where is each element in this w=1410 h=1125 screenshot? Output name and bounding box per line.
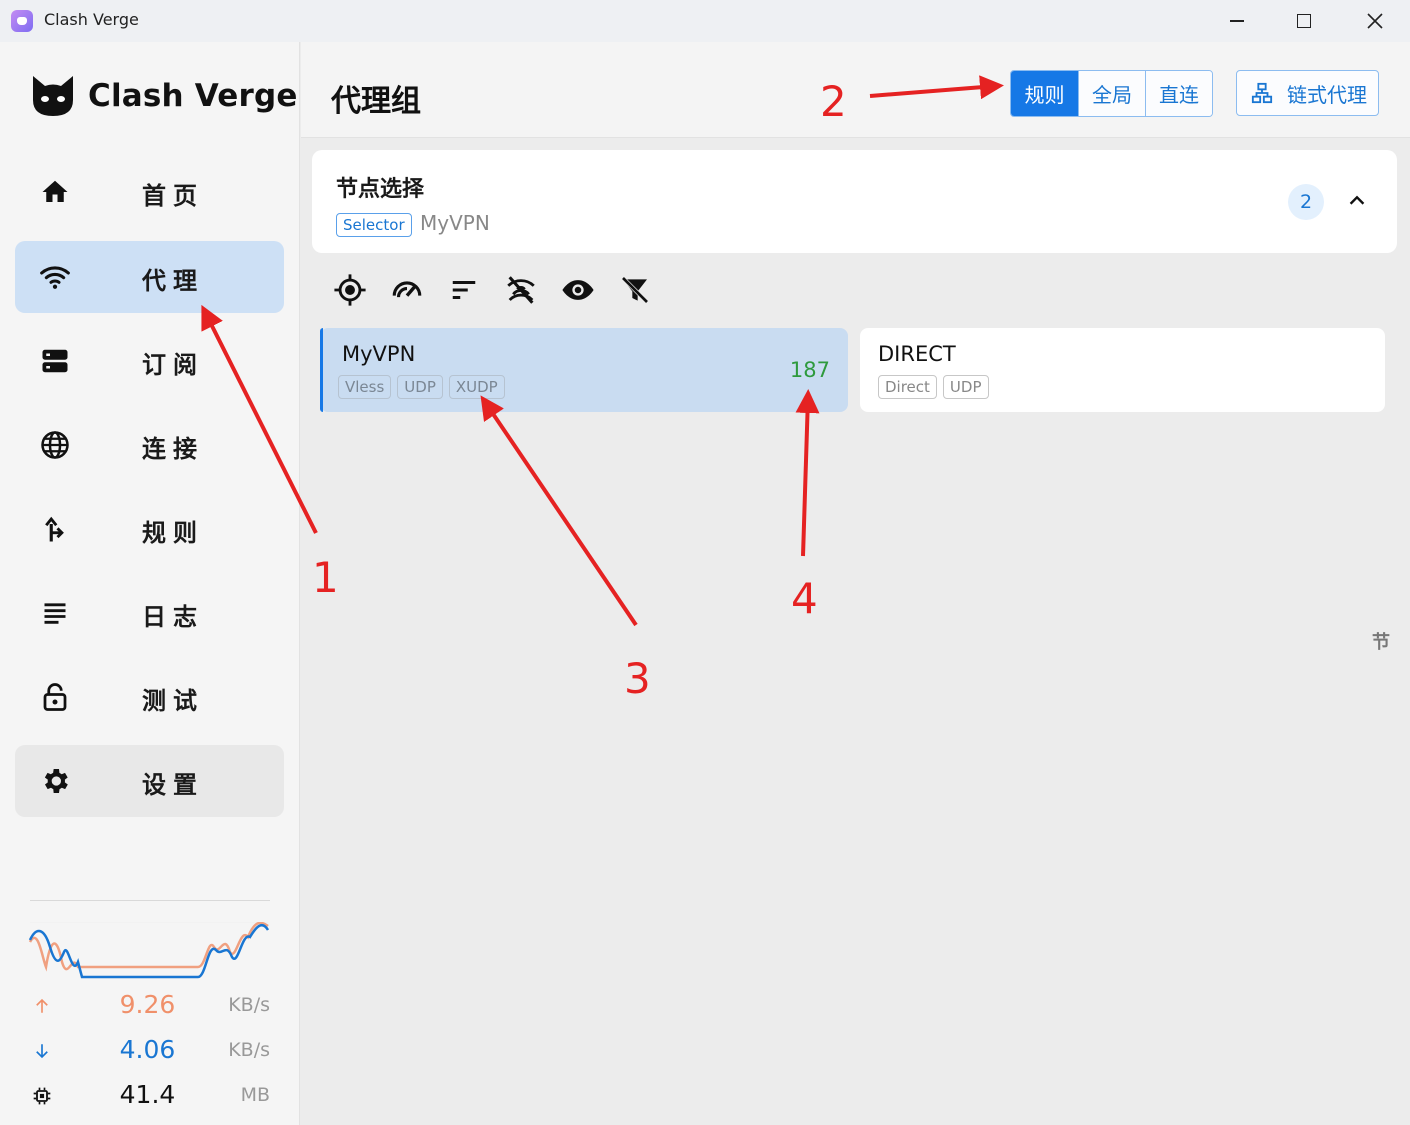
proxy-tag: Direct [878,375,937,399]
traffic-divider [30,900,270,901]
proxy-count-badge: 2 [1288,184,1324,220]
home-icon [37,174,73,210]
mode-direct-button[interactable]: 直连 [1145,71,1212,116]
upload-speed-row: 9.26 KB/s [30,988,270,1024]
proxy-item-direct[interactable]: DIRECT Direct UDP [860,328,1385,412]
upload-speed-unit: KB/s [228,994,270,1016]
maximize-button[interactable] [1272,0,1336,42]
sidebar-item-subscription[interactable]: 订阅 [15,325,284,397]
sidebar-item-label: 代理 [142,267,204,295]
sidebar-item-label: 首页 [142,182,204,210]
cat-logo-icon [33,76,73,116]
sidebar-item-rules[interactable]: 规则 [15,493,284,565]
sidebar-item-test[interactable]: 测试 [15,661,284,733]
annotation-number-2: 2 [820,77,847,126]
proxy-name: MyVPN [342,342,416,366]
locate-icon[interactable] [330,270,370,310]
window-title: Clash Verge [44,10,139,29]
sidebar: Clash Verge 首页 代理 订阅 连接 规则 日志 测试 设置 9.26… [0,42,300,1125]
traffic-sparkline [28,922,270,979]
app-logo: Clash Verge [30,74,298,118]
wifi-icon [37,259,73,295]
upload-speed-value: 9.26 [119,990,176,1019]
group-name: 节点选择 [336,177,425,202]
arrow-up-icon [30,994,54,1018]
proxy-tag: UDP [397,375,443,399]
memory-usage-unit: MB [240,1084,270,1106]
sidebar-item-label: 设置 [142,771,204,799]
sidebar-item-label: 规则 [142,519,204,547]
unlock-icon [37,679,73,715]
group-index-letter[interactable]: 节 [1372,628,1390,654]
speed-test-icon[interactable] [387,270,427,310]
memory-usage-row: 41.4 MB [30,1078,270,1114]
visibility-icon[interactable] [558,270,598,310]
mode-global-button[interactable]: 全局 [1078,71,1145,116]
sidebar-item-label: 日志 [142,603,204,631]
chain-proxy-button[interactable]: 链式代理 [1236,70,1379,116]
annotation-number-3: 3 [624,654,651,703]
sidebar-item-connections[interactable]: 连接 [15,409,284,481]
proxy-tag: Vless [338,375,392,399]
hide-unavailable-icon[interactable] [501,270,541,310]
proxy-tag: XUDP [448,375,505,399]
download-speed-value: 4.06 [119,1035,176,1064]
page-title: 代理组 [331,84,421,119]
sidebar-item-proxy[interactable]: 代理 [15,241,284,313]
minimize-icon [1230,20,1244,22]
proxy-mode-toggle-group: 规则 全局 直连 [1010,70,1213,117]
network-tree-icon [1251,82,1273,104]
proxy-name: DIRECT [878,342,956,366]
storage-icon [37,343,73,379]
minimize-button[interactable] [1205,0,1269,42]
sidebar-item-label: 测试 [142,687,204,715]
sidebar-item-settings[interactable]: 设置 [15,745,284,817]
group-type-chip: Selector [336,213,412,237]
annotation-number-4: 4 [791,574,818,623]
sidebar-item-home[interactable]: 首页 [15,156,284,228]
annotation-number-1: 1 [312,553,339,602]
chevron-up-icon[interactable] [1344,188,1370,214]
download-speed-unit: KB/s [228,1039,270,1061]
annotation-arrow-4 [795,389,820,557]
fork-arrow-icon [37,511,73,547]
proxy-group-header[interactable]: 节点选择 Selector MyVPN 2 [312,150,1397,253]
chain-proxy-label: 链式代理 [1287,82,1367,107]
globe-icon [37,427,73,463]
sidebar-item-label: 订阅 [142,351,204,379]
arrow-down-icon [30,1039,54,1063]
memory-usage-value: 41.4 [119,1080,176,1109]
download-speed-row: 4.06 KB/s [30,1033,270,1069]
logo-text: Clash Verge [88,78,298,114]
app-icon [11,10,33,32]
proxy-delay[interactable]: 187 [790,358,830,382]
maximize-icon [1297,14,1311,28]
annotation-arrow-3 [480,395,638,627]
title-bar: Clash Verge [0,0,1410,42]
close-button[interactable] [1343,0,1407,42]
proxy-tags: Vless UDP XUDP [338,375,511,399]
gear-icon [37,763,73,799]
close-icon [1367,13,1383,29]
mode-rule-button[interactable]: 规则 [1011,71,1078,116]
proxy-item-myvpn[interactable]: MyVPN Vless UDP XUDP 187 [320,328,848,412]
lines-icon [37,595,73,631]
sidebar-item-label: 连接 [142,435,204,463]
sort-icon[interactable] [444,270,484,310]
proxy-tag: UDP [942,375,989,399]
sidebar-item-logs[interactable]: 日志 [15,577,284,649]
page-header: 代理组 规则 全局 直连 链式代理 [301,42,1410,138]
proxy-tags: Direct UDP [878,375,995,399]
proxy-toolbar [330,270,672,310]
filter-off-icon[interactable] [615,270,655,310]
group-current-proxy: MyVPN [420,211,490,235]
memory-chip-icon [30,1084,54,1108]
